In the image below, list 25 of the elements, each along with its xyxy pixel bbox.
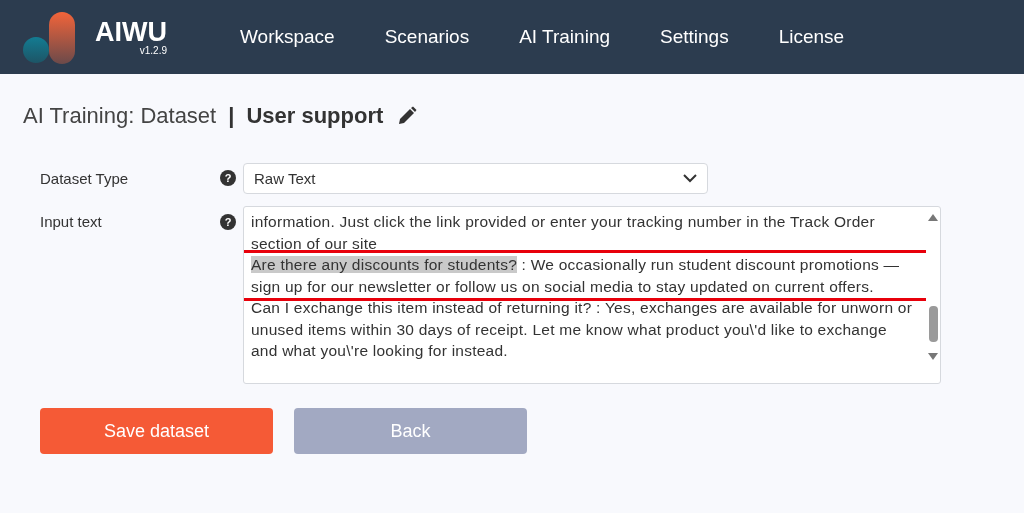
dataset-type-dropdown[interactable]: Raw Text bbox=[243, 162, 708, 194]
nav-link[interactable]: Settings bbox=[660, 26, 729, 48]
scroll-thumb[interactable] bbox=[928, 306, 938, 342]
field-label: Input text bbox=[40, 212, 103, 230]
dataset-name: User support bbox=[246, 103, 384, 129]
version-label: v1.2.9 bbox=[139, 46, 167, 56]
title-separator: | bbox=[228, 103, 235, 129]
scroll-down-icon[interactable] bbox=[928, 353, 938, 361]
edit-icon[interactable] bbox=[397, 106, 418, 126]
text-entry: Can I exchange this item instead of returning it? : Yes, exchanges are available for unworn or unused items within 30 days of receipt. Let me know what product you\'d like to exchange and what you\'re looking for instead. bbox=[251, 298, 914, 361]
page-title: AI Training: Dataset bbox=[23, 103, 217, 129]
nav-link[interactable]: AI Training bbox=[519, 26, 610, 48]
nav-link[interactable]: License bbox=[778, 26, 845, 48]
help-icon[interactable]: ? bbox=[220, 170, 236, 186]
chevron-down-icon bbox=[683, 173, 697, 183]
field-label: Dataset Type bbox=[40, 169, 130, 187]
help-icon[interactable]: ? bbox=[220, 214, 236, 230]
scroll-up-icon[interactable] bbox=[928, 213, 938, 221]
text-entry: information. Just click the link provided or enter your tracking number in the Track Order section of our site bbox=[251, 212, 876, 254]
app-name: AIWU bbox=[95, 18, 167, 46]
nav-link[interactable]: Workspace bbox=[240, 26, 335, 48]
logo-icon bbox=[23, 12, 75, 64]
input-text-field[interactable] bbox=[243, 206, 941, 384]
nav-link[interactable]: Scenarios bbox=[384, 26, 470, 48]
text-entry: Are there any discounts for students? : We occasionally run student discount promotions — sign up for our newsletter or follow us on social media to stay updated on current offers. bbox=[251, 255, 901, 297]
